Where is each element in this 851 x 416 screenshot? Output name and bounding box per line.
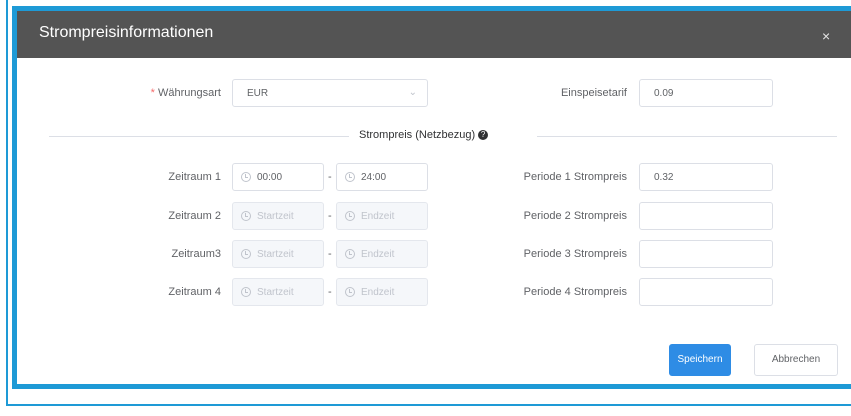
clock-icon (241, 287, 251, 297)
range-separator: - (328, 248, 332, 260)
currency-label: * Währungsart (117, 87, 221, 99)
range-separator: - (328, 286, 332, 298)
cancel-button[interactable]: Abbrechen (754, 344, 838, 376)
period-start-time[interactable]: Startzeit (232, 240, 324, 268)
divider-right (537, 136, 837, 137)
price-dialog: Strompreisinformationen × * Währungsart … (12, 6, 851, 389)
dialog-header: Strompreisinformationen × (17, 11, 851, 58)
period-price-label: Periode 3 Strompreis (523, 248, 627, 260)
period-start-value: Startzeit (257, 287, 294, 298)
chevron-down-icon: ⌄ (408, 87, 417, 98)
period-price-label: Periode 1 Strompreis (523, 171, 627, 183)
period-label: Zeitraum 2 (168, 210, 221, 222)
required-mark: * (150, 87, 155, 99)
period-start-value: 00:00 (257, 172, 283, 183)
period-start-value: Startzeit (257, 249, 294, 260)
period-start-time[interactable]: Startzeit (232, 202, 324, 230)
period-price-label: Periode 4 Strompreis (523, 286, 627, 298)
section-title-text: Strompreis (Netzbezug) (359, 129, 476, 141)
divider-left (49, 136, 349, 137)
close-icon[interactable]: × (822, 28, 830, 44)
period-start-value: Startzeit (257, 211, 294, 222)
feed-in-label: Einspeisetarif (560, 87, 627, 99)
period-end-time[interactable]: Endzeit (336, 240, 428, 268)
period-price-label: Periode 2 Strompreis (523, 210, 627, 222)
clock-icon (345, 249, 355, 259)
period-price-input[interactable] (639, 202, 773, 230)
period-price-input[interactable] (639, 278, 773, 306)
clock-icon (345, 287, 355, 297)
feed-in-value: 0.09 (654, 88, 674, 99)
period-end-time[interactable]: 24:00 (336, 163, 428, 191)
feed-in-input[interactable]: 0.09 (639, 79, 773, 107)
period-label: Zeitraum 1 (168, 171, 221, 183)
period-price-input[interactable]: 0.32 (639, 163, 773, 191)
selection-border-left (6, 0, 8, 406)
selection-border-bottom (6, 404, 851, 406)
range-separator: - (328, 171, 332, 183)
period-end-value: Endzeit (361, 249, 395, 260)
clock-icon (241, 172, 251, 182)
period-end-time[interactable]: Endzeit (336, 202, 428, 230)
period-start-time[interactable]: Startzeit (232, 278, 324, 306)
currency-label-text: Währungsart (158, 87, 221, 99)
save-button[interactable]: Speichern (669, 344, 731, 376)
clock-icon (345, 172, 355, 182)
currency-select[interactable]: EUR ⌄ (232, 79, 428, 107)
dialog-title: Strompreisinformationen (39, 24, 214, 41)
clock-icon (241, 211, 251, 221)
period-end-value: 24:00 (361, 172, 387, 183)
period-price-value: 0.32 (654, 172, 674, 183)
period-end-value: Endzeit (361, 211, 395, 222)
period-label: Zeitraum3 (171, 248, 221, 260)
clock-icon (241, 249, 251, 259)
section-title: Strompreis (Netzbezug)? (353, 129, 495, 141)
currency-value: EUR (247, 88, 269, 99)
period-label: Zeitraum 4 (168, 286, 221, 298)
clock-icon (345, 211, 355, 221)
range-separator: - (328, 210, 332, 222)
period-start-time[interactable]: 00:00 (232, 163, 324, 191)
help-icon[interactable]: ? (478, 130, 489, 141)
period-end-value: Endzeit (361, 287, 395, 298)
period-price-input[interactable] (639, 240, 773, 268)
period-end-time[interactable]: Endzeit (336, 278, 428, 306)
